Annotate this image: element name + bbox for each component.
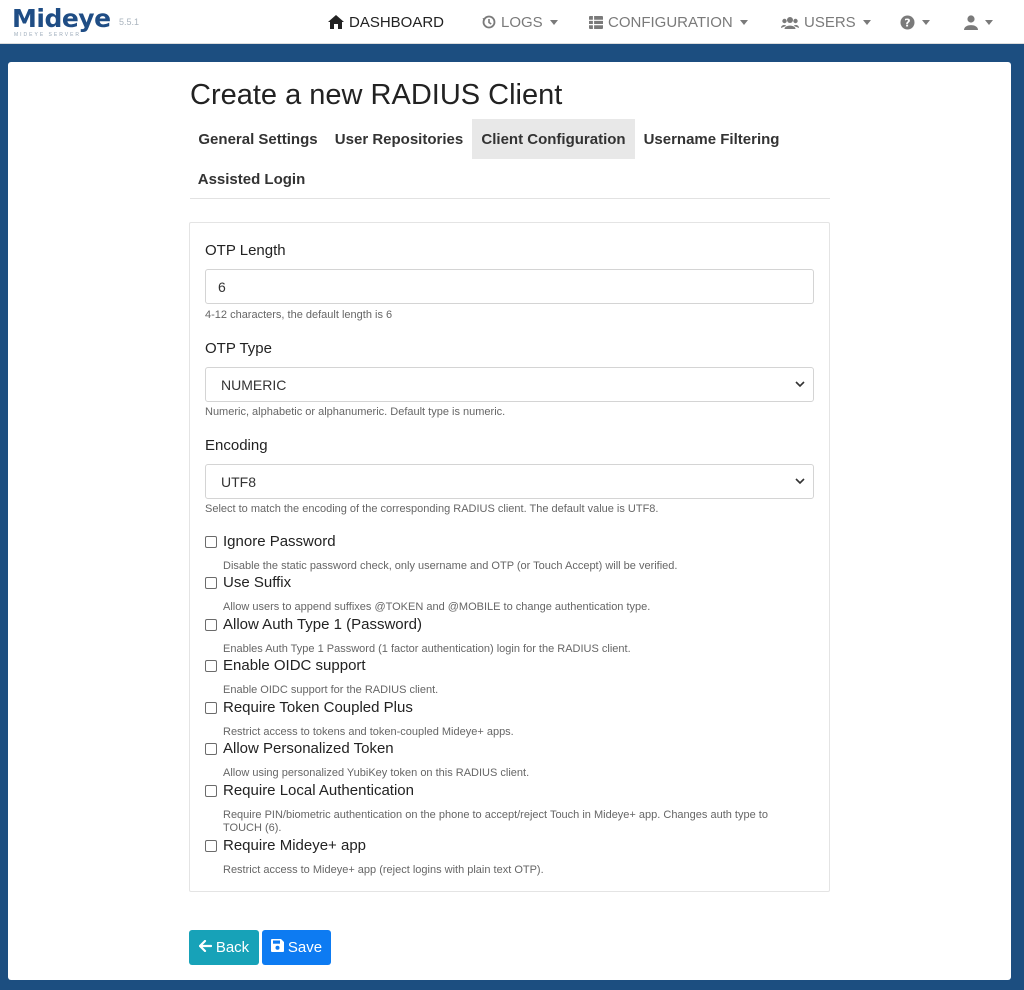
ignore-password-label[interactable]: Ignore Password (223, 533, 336, 550)
tab-bar: General Settings User Repositories Clien… (190, 119, 830, 199)
back-button-label: Back (215, 939, 250, 956)
enable-oidc-checkbox[interactable] (205, 660, 217, 672)
require-local-authentication-label[interactable]: Require Local Authentication (223, 782, 414, 799)
users-icon (781, 16, 799, 29)
save-button-label: Save (287, 939, 323, 956)
otp-length-input[interactable]: 6 (205, 269, 814, 304)
encoding-select[interactable]: UTF8 (205, 464, 814, 499)
nav-dashboard-label: DASHBOARD (349, 13, 445, 31)
nav-help[interactable]: ? (900, 12, 930, 32)
encoding-value: UTF8 (221, 473, 256, 490)
chevron-down-icon (795, 381, 805, 388)
home-icon (328, 15, 344, 29)
page-title: Create a new RADIUS Client (190, 79, 563, 111)
ignore-password-checkbox[interactable] (205, 536, 217, 548)
allow-auth-type-1-help: Enables Auth Type 1 Password (1 factor a… (223, 643, 631, 655)
back-button[interactable]: Back (189, 930, 259, 965)
history-icon (482, 15, 496, 29)
tab-assisted-login[interactable]: Assisted Login (190, 159, 313, 199)
nav-users-label: USERS (804, 13, 856, 31)
use-suffix-help: Allow users to append suffixes @TOKEN an… (223, 601, 651, 613)
require-local-authentication-help: Require PIN/biometric authentication on … (223, 809, 768, 834)
require-local-authentication-checkbox[interactable] (205, 785, 217, 797)
chevron-down-icon (922, 19, 930, 25)
nav-configuration[interactable]: CONFIGURATION (589, 12, 748, 32)
ignore-password-help: Disable the static password check, only … (223, 560, 678, 572)
svg-text:?: ? (904, 16, 910, 29)
brand-subtitle: MIDEYE SERVER (14, 32, 82, 38)
otp-type-value: NUMERIC (221, 376, 287, 393)
floppy-disk-icon (270, 939, 284, 956)
header-band (0, 45, 1024, 61)
chevron-down-icon (739, 19, 748, 25)
require-mideye-app-label[interactable]: Require Mideye+ app (223, 837, 366, 854)
otp-type-label: OTP Type (205, 340, 272, 357)
nav-logs[interactable]: LOGS (482, 12, 558, 32)
arrow-left-icon (198, 939, 212, 956)
chevron-down-icon (985, 19, 993, 25)
otp-type-select[interactable]: NUMERIC (205, 367, 814, 402)
encoding-label: Encoding (205, 437, 268, 454)
nav-logs-label: LOGS (501, 13, 543, 31)
tab-user-repositories[interactable]: User Repositories (326, 119, 472, 159)
otp-length-value: 6 (218, 278, 226, 295)
use-suffix-checkbox[interactable] (205, 577, 217, 589)
tab-general-settings[interactable]: General Settings (190, 119, 326, 159)
question-circle-icon: ? (900, 15, 915, 30)
require-mideye-app-checkbox[interactable] (205, 840, 217, 852)
nav-account[interactable] (964, 12, 993, 32)
nav-configuration-label: CONFIGURATION (608, 13, 733, 31)
allow-personalized-token-checkbox[interactable] (205, 743, 217, 755)
top-navbar: Mideye MIDEYE SERVER 5.5.1 DASHBOARD LOG… (0, 0, 1024, 44)
otp-length-label: OTP Length (205, 242, 286, 259)
otp-type-help: Numeric, alphabetic or alphanumeric. Def… (205, 406, 506, 418)
enable-oidc-label[interactable]: Enable OIDC support (223, 657, 366, 674)
require-token-coupled-plus-checkbox[interactable] (205, 702, 217, 714)
save-button[interactable]: Save (262, 930, 331, 965)
nav-users[interactable]: USERS (781, 12, 871, 32)
chevron-down-icon (549, 19, 558, 25)
use-suffix-label[interactable]: Use Suffix (223, 574, 291, 591)
require-token-coupled-plus-label[interactable]: Require Token Coupled Plus (223, 699, 413, 716)
require-mideye-app-help: Restrict access to Mideye+ app (reject l… (223, 864, 544, 876)
enable-oidc-help: Enable OIDC support for the RADIUS clien… (223, 684, 439, 696)
chevron-down-icon (795, 478, 805, 485)
otp-length-help: 4-12 characters, the default length is 6 (205, 309, 393, 321)
app-version: 5.5.1 (119, 17, 140, 27)
tab-client-configuration[interactable]: Client Configuration (472, 119, 635, 159)
chevron-down-icon (862, 19, 871, 25)
table-icon (589, 15, 603, 29)
tab-username-filtering[interactable]: Username Filtering (635, 119, 788, 159)
require-token-coupled-plus-help: Restrict access to tokens and token-coup… (223, 726, 514, 738)
allow-auth-type-1-checkbox[interactable] (205, 619, 217, 631)
brand-logo[interactable]: Mideye (12, 4, 111, 33)
encoding-help: Select to match the encoding of the corr… (205, 503, 659, 515)
allow-personalized-token-help: Allow using personalized YubiKey token o… (223, 767, 530, 779)
nav-dashboard[interactable]: DASHBOARD (328, 12, 444, 32)
allow-personalized-token-label[interactable]: Allow Personalized Token (223, 740, 394, 757)
allow-auth-type-1-label[interactable]: Allow Auth Type 1 (Password) (223, 616, 422, 633)
user-icon (964, 14, 978, 30)
